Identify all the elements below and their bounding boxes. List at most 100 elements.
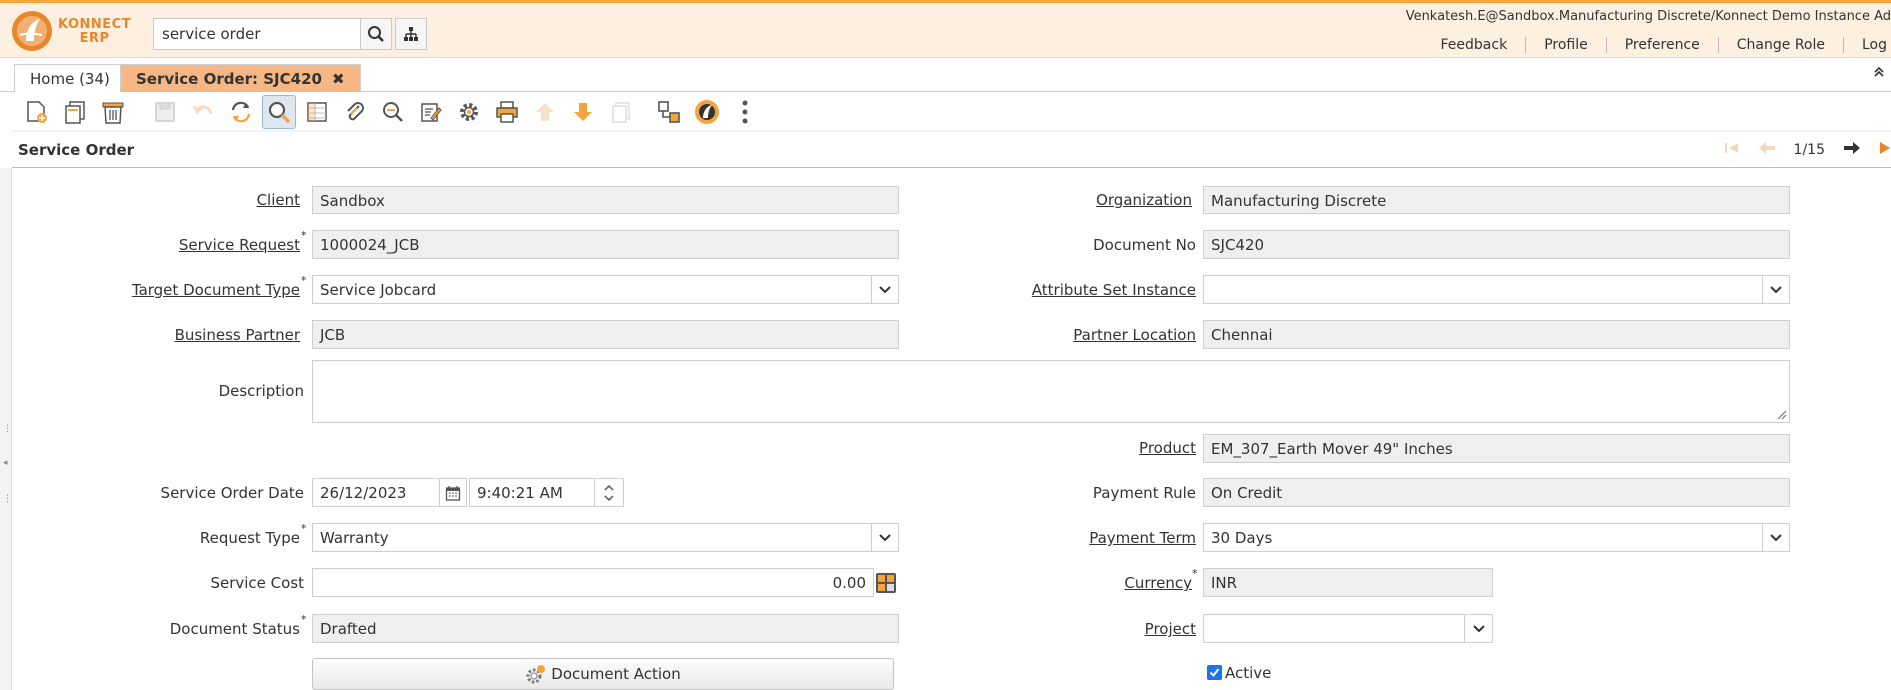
organization-field[interactable]: Manufacturing Discrete [1203,186,1790,214]
find-record-button[interactable] [262,95,296,129]
service-order-time-input[interactable]: 9:40:21 AM [469,478,595,507]
document-action-button[interactable]: Document Action [312,658,894,690]
window-toolbar [20,94,766,130]
document-status-required: * [301,613,307,626]
request-type-label: Request Type [199,529,300,547]
resize-handle-icon[interactable] [1777,410,1787,420]
workflow-icon [658,101,680,123]
time-spinner[interactable] [594,478,624,507]
profile-link[interactable]: Profile [1525,37,1606,53]
header-links: Feedback Profile Preference Change Role … [1423,37,1891,53]
document-action-label: Document Action [551,665,681,683]
payment-rule-field[interactable]: On Credit [1203,478,1790,507]
attribute-set-instance-label: Attribute Set Instance [1031,281,1196,299]
tab-home[interactable]: Home (34) [14,64,126,92]
konnect-erp-logo[interactable]: KONNECT ERP [10,9,140,55]
currency-label: Currency [1124,574,1192,592]
refresh-button[interactable] [224,95,258,129]
search-button[interactable] [360,18,392,50]
preference-link[interactable]: Preference [1605,37,1718,53]
first-record-icon[interactable] [1724,141,1740,159]
active-checkbox[interactable] [1207,665,1222,680]
detail-record-button[interactable] [566,95,600,129]
last-record-icon[interactable] [1879,141,1891,159]
date-picker-button[interactable] [439,478,467,507]
user-context: Venkatesh.E@Sandbox.Manufacturing Discre… [1405,9,1891,24]
konnect-help-icon [695,100,719,124]
change-role-link[interactable]: Change Role [1717,37,1843,53]
archive-button[interactable] [604,95,638,129]
chevron-down-icon [879,285,891,293]
collapse-header-icon[interactable] [1873,66,1885,82]
copy-record-button[interactable] [58,95,92,129]
left-panel-splitter[interactable]: ⋮ ◂ ⋮ [0,168,12,690]
product-field[interactable]: EM_307_Earth Mover 49" Inches [1203,434,1790,463]
service-order-date-input[interactable]: 26/12/2023 [312,478,440,507]
process-button[interactable] [452,95,486,129]
toolbar-divider [12,130,1891,132]
attribute-set-instance-field[interactable] [1203,275,1763,304]
tab-home-label: Home (34) [30,70,110,88]
logout-link[interactable]: Log [1842,37,1891,53]
calculator-button[interactable] [873,570,899,596]
project-label: Project [1144,620,1196,638]
undo-icon [192,105,213,115]
expand-left-icon[interactable]: ◂ [3,458,8,468]
global-search-input[interactable] [153,18,361,50]
project-field[interactable] [1203,614,1465,643]
project-dropdown[interactable] [1464,614,1493,643]
target-document-type-dropdown[interactable] [871,275,899,304]
chevron-down-icon [1472,624,1485,632]
help-button[interactable] [690,95,724,129]
service-request-label: Service Request [178,236,300,254]
window-title-bar: Service Order 1/15 [12,135,1891,168]
previous-record-icon[interactable] [1758,141,1776,159]
feedback-link[interactable]: Feedback [1423,37,1526,53]
trash-icon [102,102,124,124]
archive-icon [612,102,630,123]
attribute-set-instance-dropdown[interactable] [1762,275,1790,304]
save-button[interactable] [148,95,182,129]
menu-tree-button[interactable] [395,18,427,50]
close-tab-icon[interactable]: ✖ [332,70,345,88]
workflow-button[interactable] [652,95,686,129]
payment-term-dropdown[interactable] [1762,523,1790,552]
grid-toggle-button[interactable] [300,95,334,129]
document-no-field[interactable]: SJC420 [1203,230,1790,259]
next-record-icon[interactable] [1843,141,1861,159]
product-label: Product [1139,439,1196,457]
print-button[interactable] [490,95,524,129]
edit-note-icon [421,103,442,122]
more-options-button[interactable] [728,95,762,129]
grip-dots-icon: ⋮ [3,424,12,434]
record-position: 1/15 [1793,142,1825,158]
attachment-button[interactable] [338,95,372,129]
request-type-select[interactable]: Warranty [312,523,872,552]
service-cost-label: Service Cost [210,574,304,592]
service-request-field[interactable]: 1000024_JCB [312,230,899,259]
business-partner-label: Business Partner [174,326,300,344]
target-document-type-required: * [301,274,307,287]
description-textarea[interactable] [312,360,1790,423]
calendar-icon [445,485,461,501]
request-type-dropdown[interactable] [871,523,899,552]
arrow-up-icon [536,103,554,121]
service-cost-input[interactable]: 0.00 [312,568,874,597]
payment-term-select[interactable]: 30 Days [1203,523,1763,552]
grid-toggle-icon [307,102,327,122]
partner-location-field[interactable]: Chennai [1203,320,1790,349]
currency-field[interactable]: INR [1203,568,1493,597]
client-field[interactable]: Sandbox [312,186,899,214]
target-document-type-select[interactable]: Service Jobcard [312,275,872,304]
undo-button[interactable] [186,95,220,129]
notes-button[interactable] [414,95,448,129]
new-record-button[interactable] [20,95,54,129]
delete-record-button[interactable] [96,95,130,129]
printer-icon [496,101,518,123]
parent-record-button[interactable] [528,95,562,129]
tab-service-order[interactable]: Service Order: SJC420 ✖ [120,64,361,92]
document-status-field[interactable]: Drafted [312,614,899,643]
tab-service-order-label: Service Order: SJC420 [136,70,322,88]
business-partner-field[interactable]: JCB [312,320,899,349]
zoom-across-button[interactable] [376,95,410,129]
